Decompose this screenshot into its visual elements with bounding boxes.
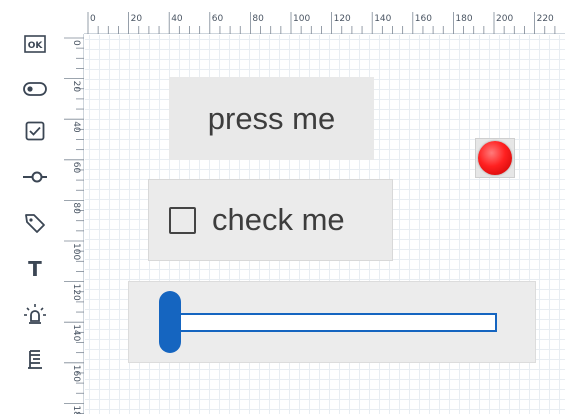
- ruler-corner: [62, 10, 84, 34]
- led-indicator[interactable]: [475, 138, 515, 178]
- widget-palette: OK T: [0, 0, 66, 414]
- checkbox-tool[interactable]: [22, 118, 48, 144]
- ruler-label: 0: [90, 14, 96, 24]
- vertical-ruler: 0 20 40 60 80 100 120 140 160 18: [62, 34, 84, 414]
- ruler-label: 60: [71, 162, 81, 174]
- gauge-tool[interactable]: [22, 346, 48, 372]
- check-me-label: check me: [212, 202, 345, 237]
- ruler-label: 20: [131, 14, 143, 24]
- press-me-button[interactable]: press me: [169, 77, 374, 160]
- check-me-checkbox[interactable]: check me: [148, 179, 393, 261]
- text-tool[interactable]: T: [22, 256, 48, 282]
- horizontal-ruler: 0 20 40 60 80 100 120 140 160 180 200 220: [84, 10, 565, 34]
- ruler-label: 18: [71, 405, 81, 414]
- ruler-label: 0: [71, 40, 81, 46]
- ruler-label: 120: [71, 284, 81, 301]
- ruler-label: 140: [71, 324, 81, 341]
- light-bulb-icon: [23, 302, 47, 326]
- checkbox-square[interactable]: [169, 206, 196, 234]
- switch-icon: [23, 82, 47, 96]
- ruler-label: 200: [496, 14, 513, 24]
- ruler-label: 220: [537, 14, 554, 24]
- ruler-label: 140: [374, 14, 391, 24]
- ruler-label: 40: [71, 121, 81, 133]
- slider-track[interactable]: [169, 313, 497, 332]
- svg-text:OK: OK: [28, 41, 44, 51]
- tag-icon: [24, 212, 46, 234]
- ruler-label: 180: [455, 14, 472, 24]
- bar-gauge-icon: [26, 348, 44, 370]
- text-icon: T: [28, 257, 42, 281]
- ruler-label: 120: [334, 14, 351, 24]
- slider-tool[interactable]: [22, 164, 48, 190]
- led-tool[interactable]: [22, 301, 48, 327]
- ruler-label: 160: [415, 14, 432, 24]
- ruler-label: 80: [71, 202, 81, 214]
- checkbox-icon: [25, 121, 45, 141]
- ruler-label: 20: [71, 81, 81, 93]
- ruler-label: 100: [71, 243, 81, 260]
- press-me-label: press me: [207, 100, 336, 136]
- ruler-label: 80: [252, 14, 264, 24]
- ruler-label: 60: [212, 14, 224, 24]
- ruler-label: 160: [71, 365, 81, 382]
- ruler-label: 40: [171, 14, 183, 24]
- design-canvas[interactable]: press me check me: [85, 35, 565, 414]
- slider-widget[interactable]: [128, 281, 536, 363]
- slider-thumb[interactable]: [159, 291, 181, 353]
- button-tool[interactable]: OK: [22, 31, 48, 57]
- ruler-label: 100: [293, 14, 310, 24]
- toggle-tool[interactable]: [22, 76, 48, 102]
- button-ok-icon: OK: [24, 35, 46, 53]
- slider-icon: [22, 170, 48, 184]
- tag-tool[interactable]: [22, 210, 48, 236]
- led-light: [478, 141, 512, 175]
